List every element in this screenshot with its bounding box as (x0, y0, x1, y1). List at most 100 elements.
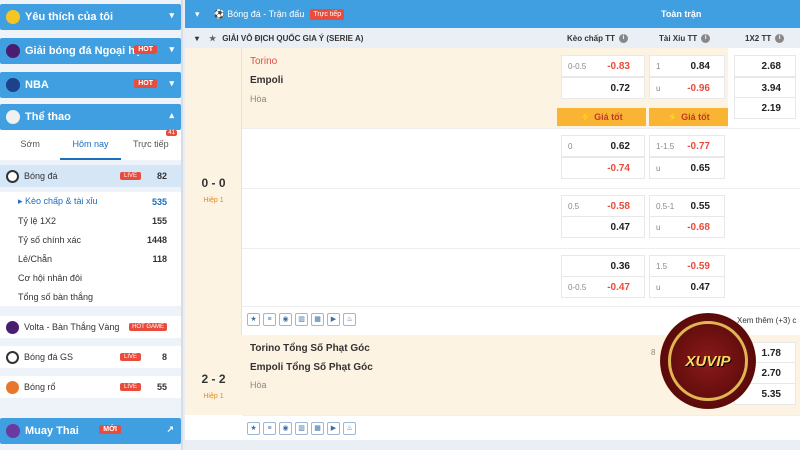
match-score: 0 - 0 (201, 176, 226, 190)
handicap-away-odds[interactable]: -0.74 (561, 157, 645, 179)
xuvip-logo: XUVIP (660, 313, 756, 409)
match-toolbar: ★ ≡ ◉ ▥ ▦ ▶ ♨ (247, 422, 356, 435)
info-icon[interactable]: i (701, 33, 711, 43)
sub-item-handicap[interactable]: ▸ Kèo chấp & tài xỉu 535 (0, 192, 181, 211)
handicap-away-odds[interactable]: 0.72 (561, 77, 645, 99)
football-icon (6, 169, 19, 183)
team-area (242, 48, 557, 128)
under-odds[interactable]: u -0.68 (649, 216, 725, 238)
nba-header[interactable]: NBA HOT ▾ (0, 72, 181, 98)
muay-thai-header[interactable]: Muay Thai MỚI ↗ (0, 418, 181, 444)
star-icon (6, 10, 20, 24)
sidebar-item-basketball[interactable]: Bóng rổ LIVE 55 (0, 376, 181, 398)
premier-league-header[interactable]: Giải bóng đá Ngoại hạn... HOT ▾ (0, 38, 181, 64)
handicap-home-odds[interactable]: 0.5 -0.58 (561, 195, 645, 217)
chevron-down-icon: ▾ (169, 44, 174, 54)
score-column (185, 48, 242, 335)
sidebar-scrollbar[interactable] (181, 0, 183, 450)
under-odds[interactable]: u 0.47 (649, 276, 725, 298)
handicap-home-odds[interactable]: 0 0.62 (561, 135, 645, 157)
hot-game-badge: HOT GAME (129, 323, 167, 331)
new-badge: MỚI (99, 425, 121, 434)
over-odds[interactable]: 1.5 -0.59 (649, 255, 725, 277)
over-odds[interactable]: 1 0.84 (649, 55, 725, 77)
sub-item-correct-score[interactable]: Tỷ số chính xác 1448 (0, 230, 181, 249)
sub-item-double-chance[interactable]: Cơ hội nhân đôi (0, 268, 181, 287)
database-icon[interactable]: ≡ (263, 422, 276, 435)
sub-item-1x2[interactable]: Tỷ lệ 1X2 155 (0, 211, 181, 230)
draw-label: Hòa (250, 380, 267, 390)
sub-item-total-goals[interactable]: Tổng số bàn thắng (0, 287, 181, 306)
sports-icon (6, 110, 20, 124)
star-icon[interactable]: ★ (209, 34, 216, 43)
field-icon[interactable]: ▦ (311, 422, 324, 435)
field-icon[interactable]: ▦ (311, 313, 324, 326)
favorite-icon[interactable]: ★ (247, 313, 260, 326)
view-icon[interactable]: ◉ (279, 422, 292, 435)
handicap-away-odds[interactable]: 0-0.5 -0.47 (561, 276, 645, 298)
tab-early[interactable]: Sớm (0, 130, 60, 160)
tab-today[interactable]: Hôm nay (60, 130, 121, 160)
sports-header[interactable]: Thể thao ▴ (0, 104, 181, 130)
match-period: Hiệp 1 (203, 197, 224, 204)
home-team: Torino Tổng Số Phạt Góc (250, 343, 370, 354)
match-toolbar: ★ ≡ ◉ ▥ ▦ ▶ ♨ (247, 313, 356, 326)
home-team: Torino (250, 56, 278, 67)
nba-icon (6, 78, 20, 92)
chevron-down-icon[interactable]: ▾ (195, 9, 200, 20)
sub-item-odd-even[interactable]: Lẻ/Chẵn 118 (0, 249, 181, 268)
over-odds[interactable]: 1-1.5 -0.77 (649, 135, 725, 157)
stats-icon[interactable]: ▥ (295, 422, 308, 435)
best-price-button[interactable]: ⚡ Giá tốt (557, 108, 646, 126)
chevron-down-icon: ▾ (169, 78, 174, 88)
under-odds[interactable]: u 0.65 (649, 157, 725, 179)
sidebar-item-volta[interactable]: Volta - Bàn Thắng Vàng HOT GAME (0, 316, 181, 338)
favorite-icon[interactable]: ★ (247, 422, 260, 435)
fire-icon[interactable]: ♨ (343, 422, 356, 435)
1x2-draw-odds[interactable]: 3.94 (734, 77, 796, 99)
hot-badge: HOT (134, 79, 157, 88)
1x2-away-odds[interactable]: 2.19 (734, 97, 796, 119)
handicap-home-odds[interactable]: 0-0.5 -0.83 (561, 55, 645, 77)
live-badge: LIVE (119, 353, 141, 361)
col-handicap-header: Kèo chấp TT i (567, 28, 629, 48)
chevron-down-icon[interactable]: ▾ (195, 34, 199, 43)
sidebar: Yêu thích của tôi ▾ Giải bóng đá Ngoại h… (0, 0, 183, 450)
match-period: Hiệp 1 (203, 393, 224, 400)
1x2-home-odds[interactable]: 2.68 (734, 55, 796, 77)
handicap-home-odds[interactable]: 0.36 (561, 255, 645, 277)
under-odds[interactable]: u -0.96 (649, 77, 725, 99)
premier-league-icon (6, 44, 20, 58)
live-tag: Trực tiếp (310, 8, 345, 20)
sidebar-item-football[interactable]: Bóng đá LIVE 82 (0, 165, 181, 187)
handicap-away-odds[interactable]: 0.47 (561, 216, 645, 238)
live-badge: LIVE (119, 383, 141, 391)
favorites-header[interactable]: Yêu thích của tôi ▾ (0, 4, 181, 30)
play-icon[interactable]: ▶ (327, 422, 340, 435)
stats-icon[interactable]: ▥ (295, 313, 308, 326)
hot-badge: HOT (134, 45, 157, 54)
fire-icon[interactable]: ♨ (343, 313, 356, 326)
best-price-button[interactable]: ⚡ Giá tốt (649, 108, 728, 126)
league-row[interactable]: ▾ ★ GIẢI VÔ ĐỊCH QUỐC GIA Ý (SERIE A) Kè… (185, 28, 800, 48)
muay-thai-icon (6, 424, 20, 438)
over-odds[interactable]: 0.5-1 0.55 (649, 195, 725, 217)
info-icon[interactable]: i (619, 33, 629, 43)
away-team: Empoli Tổng Số Phạt Góc (250, 362, 373, 373)
time-tabs: Sớm Hôm nay Trực tiếp 41 (0, 130, 181, 160)
play-icon[interactable]: ▶ (327, 313, 340, 326)
see-more-link[interactable]: Xem thêm (+3) c (737, 316, 796, 325)
basketball-icon (6, 380, 19, 394)
football-icon (6, 350, 19, 364)
full-match-label: Toàn trận (661, 9, 702, 19)
database-icon[interactable]: ≡ (263, 313, 276, 326)
match-header-bar: ▾ ⚽ Bóng đá - Trận đấu Trực tiếp Toàn tr… (185, 0, 800, 28)
info-icon[interactable]: i (775, 33, 785, 43)
sidebar-item-football-gs[interactable]: Bóng đá GS LIVE 8 (0, 346, 181, 368)
volta-icon (6, 320, 19, 334)
view-icon[interactable]: ◉ (279, 313, 292, 326)
tab-live[interactable]: Trực tiếp 41 (121, 130, 181, 160)
football-icon: ⚽ (213, 8, 225, 19)
match-score: 2 - 2 (201, 372, 226, 386)
away-team: Empoli (250, 75, 284, 86)
